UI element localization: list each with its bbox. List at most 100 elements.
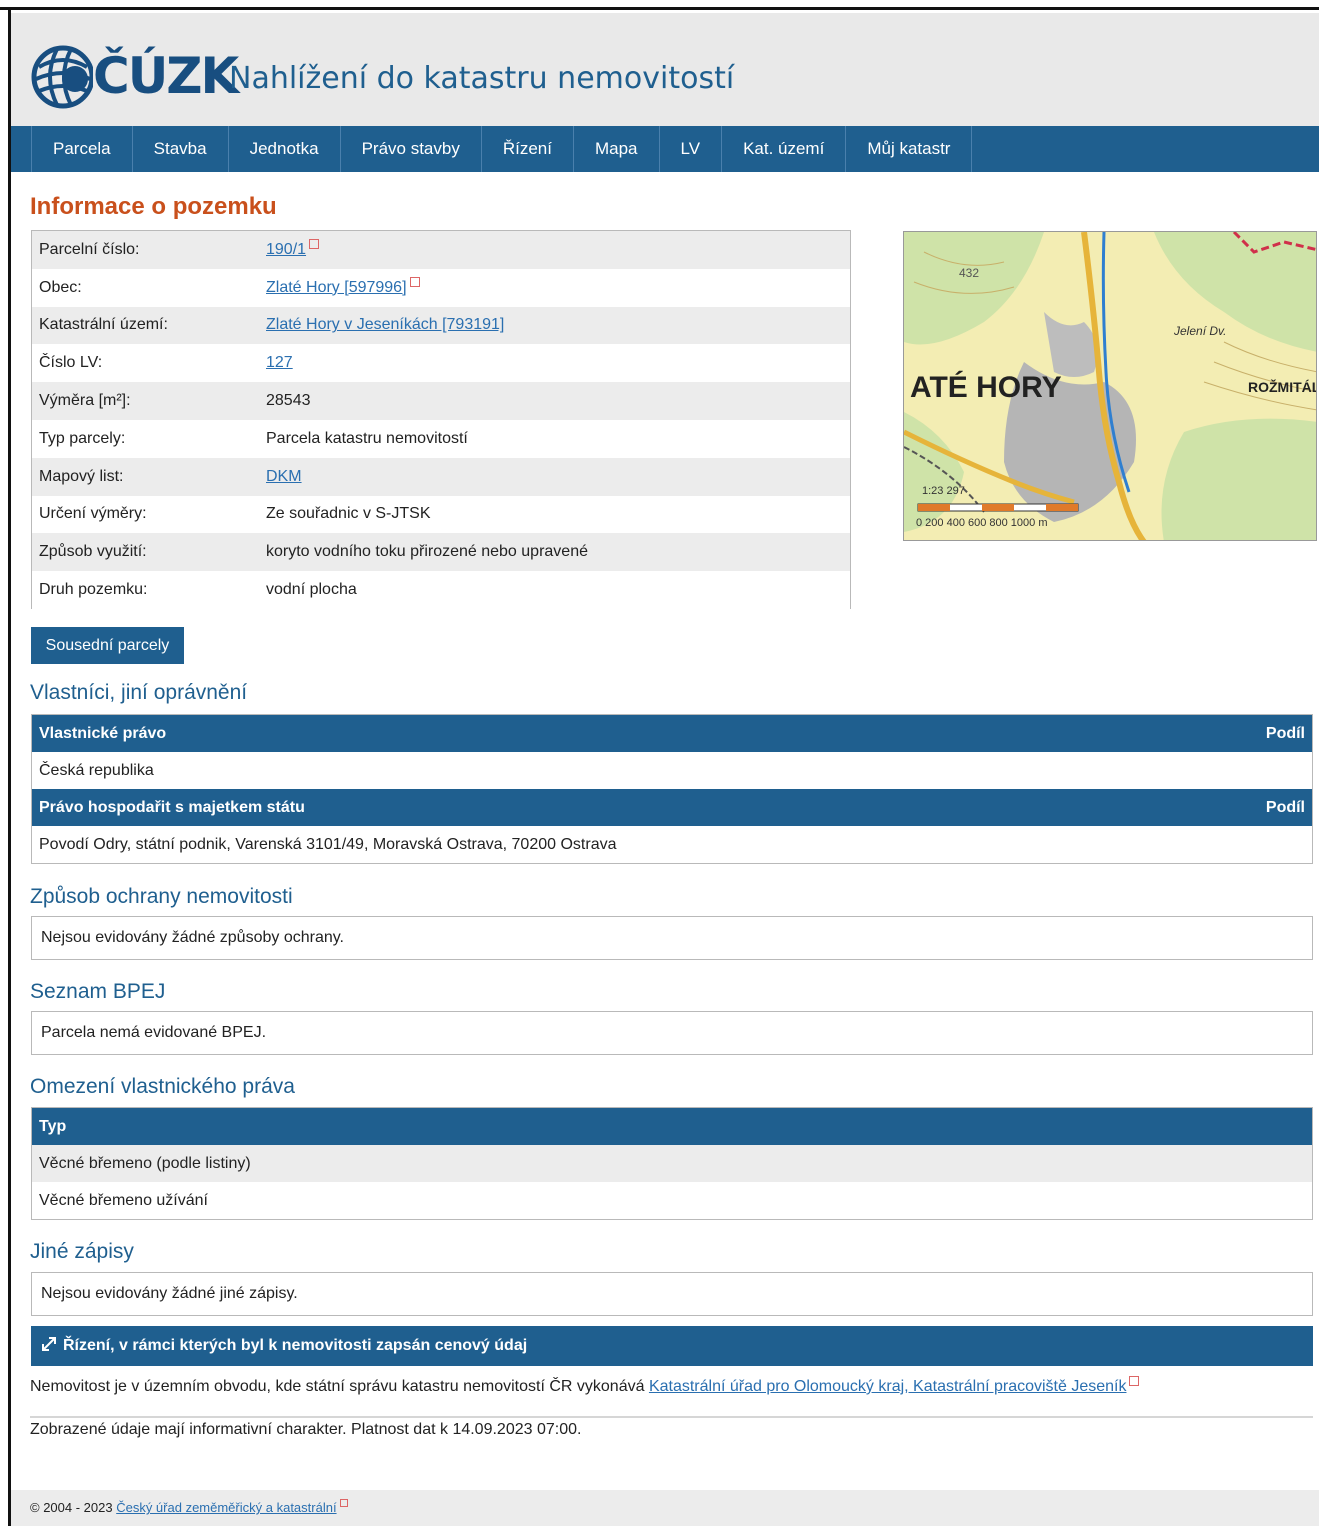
restrictions-heading: Omezení vlastnického práva: [30, 1075, 295, 1098]
table-row: Povodí Odry, státní podnik, Varenská 310…: [32, 826, 1312, 863]
info-row: Obec: Zlaté Hory [597996]: [32, 268, 850, 307]
neighbour-parcels-button[interactable]: Sousední parcely: [31, 627, 184, 664]
page-footer: © 2004 - 2023 Český úřad zeměměřický a k…: [11, 1490, 1319, 1526]
info-row: Katastrální území: Zlaté Hory v Jeseníká…: [32, 306, 850, 345]
municipality-link[interactable]: Zlaté Hory [597996]: [266, 279, 407, 296]
bpej-message: Parcela nemá evidované BPEJ.: [31, 1011, 1313, 1055]
owner-name: Česká republika: [39, 761, 154, 779]
info-label: Parcelní číslo:: [39, 240, 140, 258]
info-row: Číslo LV: 127: [32, 344, 850, 383]
info-label: Typ parcely:: [39, 429, 126, 447]
window-left-border: [8, 8, 11, 1526]
external-link-icon[interactable]: [339, 1499, 348, 1507]
info-row: Výměra [m²]: 28543: [32, 382, 850, 420]
map-image: ATÉ HORY ROŽMITÁL Jelení Dv. 432 1:23 29…: [904, 232, 1317, 540]
info-row: Mapový list: DKM: [32, 457, 850, 496]
cuzk-logo[interactable]: ČÚZK: [31, 41, 239, 111]
office-note: Nemovitost je v územním obvodu, kde stát…: [30, 1376, 1140, 1396]
protection-message: Nejsou evidovány žádné způsoby ochrany.: [31, 916, 1313, 960]
external-link-icon[interactable]: [309, 238, 320, 249]
window-top-border: [0, 0, 1319, 10]
nav-item-mapa[interactable]: Mapa: [574, 126, 660, 172]
info-value: Parcela katastru nemovitostí: [266, 429, 468, 447]
restriction-type: Věcné břemeno užívání: [39, 1191, 208, 1209]
info-value: 28543: [266, 392, 311, 410]
map-thumbnail[interactable]: ATÉ HORY ROŽMITÁL Jelení Dv. 432 1:23 29…: [903, 231, 1317, 541]
info-row: Typ parcely: Parcela katastru nemovitost…: [32, 419, 850, 458]
nav-item-stavba[interactable]: Stavba: [133, 126, 229, 172]
management-right-header: Právo hospodařit s majetkem státu: [39, 798, 305, 816]
nav-item-lv[interactable]: LV: [660, 126, 723, 172]
other-records-message: Nejsou evidovány žádné jiné zápisy.: [31, 1272, 1313, 1316]
info-label: Způsob využití:: [39, 543, 147, 561]
page: ČÚZK Nahlížení do katastru nemovitostí P…: [0, 0, 1319, 1526]
restrictions-table: Typ Věcné břemeno (podle listiny) Věcné …: [31, 1107, 1313, 1220]
nav-item-muj-katastr[interactable]: Můj katastr: [846, 126, 973, 172]
info-row: Druh pozemku: vodní plocha: [32, 571, 850, 609]
parcel-number-link[interactable]: 190/1: [266, 241, 306, 258]
expand-arrow-icon: [42, 1337, 56, 1351]
protection-heading: Způsob ochrany nemovitosti: [30, 885, 293, 908]
info-label: Číslo LV:: [39, 354, 103, 372]
table-header: Právo hospodařit s majetkem státu Podíl: [32, 789, 1312, 826]
site-header: ČÚZK Nahlížení do katastru nemovitostí: [11, 13, 1319, 126]
info-value: vodní plocha: [266, 581, 357, 599]
logo-text: ČÚZK: [93, 47, 239, 105]
info-row: Určení výměry: Ze souřadnic v S-JTSK: [32, 495, 850, 534]
info-label: Určení výměry:: [39, 505, 147, 523]
owners-heading: Vlastníci, jiní oprávnění: [30, 681, 248, 704]
external-link-icon[interactable]: [409, 276, 420, 287]
cuzk-footer-link[interactable]: Český úřad zeměměřický a katastrální: [116, 1500, 336, 1515]
main-navigation: Parcela Stavba Jednotka Právo stavby Říz…: [11, 126, 1319, 172]
share-header: Podíl: [1265, 724, 1305, 742]
table-header: Vlastnické právo Podíl: [32, 715, 1312, 752]
parcel-info-heading: Informace o pozemku: [30, 193, 277, 220]
map-label-village: ROŽMITÁL: [1248, 378, 1317, 395]
nav-item-parcela[interactable]: Parcela: [31, 126, 133, 172]
map-scale-label: 1:23 297: [922, 485, 965, 497]
external-link-icon[interactable]: [1129, 1376, 1140, 1386]
info-value: Ze souřadnic v S-JTSK: [266, 505, 431, 523]
map-sheet-link[interactable]: DKM: [266, 468, 302, 485]
map-label-small: Jelení Dv.: [1173, 324, 1226, 338]
other-records-heading: Jiné zápisy: [30, 1240, 134, 1263]
nav-item-rizeni[interactable]: Řízení: [482, 126, 574, 172]
nav-item-pravo-stavby[interactable]: Právo stavby: [341, 126, 482, 172]
map-label-town: ATÉ HORY: [910, 370, 1062, 404]
map-elevation: 432: [959, 266, 979, 280]
nav-item-kat-uzemi[interactable]: Kat. území: [722, 126, 847, 172]
info-label: Mapový list:: [39, 467, 124, 485]
info-label: Druh pozemku:: [39, 581, 148, 599]
copyright-text: © 2004 - 2023: [30, 1500, 117, 1515]
info-label: Obec:: [39, 278, 82, 296]
lv-number-link[interactable]: 127: [266, 354, 293, 371]
type-column-header: Typ: [39, 1117, 67, 1135]
parcel-info-table: Parcelní číslo: 190/1 Obec: Zlaté Hory […: [31, 230, 851, 609]
info-row: Parcelní číslo: 190/1: [32, 231, 850, 269]
table-row: Česká republika: [32, 752, 1312, 789]
info-row: Způsob využití: koryto vodního toku přir…: [32, 533, 850, 572]
info-value: koryto vodního toku přirozené nebo uprav…: [266, 543, 588, 561]
table-header: Typ: [32, 1108, 1312, 1145]
table-row: Věcné břemeno (podle listiny): [32, 1145, 1312, 1182]
info-label: Výměra [m²]:: [39, 392, 131, 410]
share-header: Podíl: [1265, 798, 1305, 816]
office-note-text: Nemovitost je v územním obvodu, kde stát…: [30, 1378, 649, 1395]
manager-name: Povodí Odry, státní podnik, Varenská 310…: [39, 835, 617, 853]
nav-item-jednotka[interactable]: Jednotka: [229, 126, 341, 172]
validity-note: Zobrazené údaje mají informativní charak…: [30, 1421, 582, 1438]
bpej-heading: Seznam BPEJ: [30, 980, 166, 1003]
restriction-type: Věcné břemeno (podle listiny): [39, 1154, 251, 1172]
globe-logo-icon: [31, 45, 93, 109]
price-proceedings-label: Řízení, v rámci kterých byl k nemovitost…: [63, 1337, 528, 1354]
site-title: Nahlížení do katastru nemovitostí: [229, 61, 735, 96]
ownership-right-header: Vlastnické právo: [39, 724, 167, 742]
info-label: Katastrální území:: [39, 316, 168, 334]
table-row: Věcné břemeno užívání: [32, 1182, 1312, 1219]
price-proceedings-toggle[interactable]: Řízení, v rámci kterých byl k nemovitost…: [31, 1326, 1313, 1366]
divider: [30, 1416, 1313, 1418]
owners-table: Vlastnické právo Podíl Česká republika P…: [31, 714, 1313, 864]
cadastral-office-link[interactable]: Katastrální úřad pro Olomoucký kraj, Kat…: [649, 1378, 1127, 1395]
map-scale-ticks: 0 200 400 600 800 1000 m: [916, 517, 1048, 529]
cadastral-area-link[interactable]: Zlaté Hory v Jeseníkách [793191]: [266, 316, 504, 333]
